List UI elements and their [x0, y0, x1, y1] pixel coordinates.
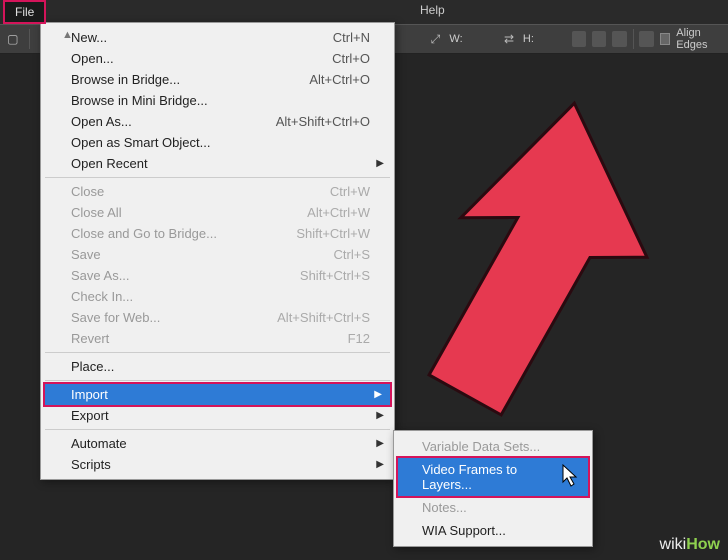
import-submenu: Variable Data Sets... Video Frames to La… — [393, 430, 593, 547]
swap-icon[interactable]: ⇄ — [501, 30, 517, 48]
menu-item-export[interactable]: Export▶ — [43, 405, 392, 426]
wikihow-attribution: wikiHow — [660, 536, 720, 554]
menu-item-open[interactable]: Open...Ctrl+O — [43, 48, 392, 69]
menu-item-save-as[interactable]: Save As...Shift+Ctrl+S — [43, 265, 392, 286]
height-label: H: — [523, 33, 534, 45]
align-icon-2[interactable] — [592, 31, 606, 47]
menu-item-browse-bridge[interactable]: Browse in Bridge...Alt+Ctrl+O — [43, 69, 392, 90]
menu-separator — [45, 429, 390, 430]
menu-item-open-recent[interactable]: Open Recent▶ — [43, 153, 392, 174]
file-menu-button[interactable]: File — [3, 0, 46, 24]
how-text: How — [686, 536, 720, 553]
tool-preset-icon[interactable]: ▢ — [5, 30, 21, 48]
link-icon[interactable]: ⤢ — [428, 30, 444, 48]
menu-item-save[interactable]: SaveCtrl+S — [43, 244, 392, 265]
submenu-item-notes[interactable]: Notes... — [396, 496, 590, 519]
align-icon-1[interactable] — [572, 31, 586, 47]
separator — [633, 29, 634, 49]
menu-item-new[interactable]: New...Ctrl+N — [43, 27, 392, 48]
width-label: W: — [449, 33, 462, 45]
submenu-item-wia[interactable]: WIA Support... — [396, 519, 590, 542]
menu-item-automate[interactable]: Automate▶ — [43, 433, 392, 454]
menu-item-scripts[interactable]: Scripts▶ — [43, 454, 392, 475]
submenu-item-variable-data[interactable]: Variable Data Sets... — [396, 435, 590, 458]
chevron-right-icon: ▶ — [374, 389, 382, 400]
menu-item-close-all[interactable]: Close AllAlt+Ctrl+W — [43, 202, 392, 223]
align-icon-3[interactable] — [612, 31, 626, 47]
chevron-right-icon: ▶ — [376, 459, 384, 470]
chevron-right-icon: ▶ — [376, 410, 384, 421]
help-menu-button[interactable]: Help — [420, 3, 445, 17]
recent-indicator-icon: ▲ — [62, 29, 73, 41]
menu-item-check-in[interactable]: Check In... — [43, 286, 392, 307]
menu-item-import[interactable]: Import▶ — [43, 382, 392, 407]
menu-item-revert[interactable]: RevertF12 — [43, 328, 392, 349]
menu-separator — [45, 380, 390, 381]
submenu-item-video-frames[interactable]: Video Frames to Layers... — [396, 456, 590, 498]
menu-item-place[interactable]: Place... — [43, 356, 392, 377]
menu-item-open-as[interactable]: Open As...Alt+Shift+Ctrl+O — [43, 111, 392, 132]
file-menu-dropdown: New...Ctrl+N Open...Ctrl+O Browse in Bri… — [40, 22, 395, 480]
wiki-text: wiki — [660, 536, 687, 553]
menu-item-close-goto[interactable]: Close and Go to Bridge...Shift+Ctrl+W — [43, 223, 392, 244]
align-edges-label: Align Edges — [676, 27, 728, 51]
align-edges-checkbox[interactable] — [660, 33, 671, 45]
chevron-right-icon: ▶ — [376, 158, 384, 169]
gear-icon[interactable] — [639, 31, 653, 47]
menu-item-save-web[interactable]: Save for Web...Alt+Shift+Ctrl+S — [43, 307, 392, 328]
menu-separator — [45, 352, 390, 353]
separator — [29, 29, 30, 49]
menu-bar: File — [0, 0, 728, 24]
chevron-right-icon: ▶ — [376, 438, 384, 449]
menu-item-close[interactable]: CloseCtrl+W — [43, 181, 392, 202]
menu-item-open-smart[interactable]: Open as Smart Object... — [43, 132, 392, 153]
menu-item-browse-mini[interactable]: Browse in Mini Bridge... — [43, 90, 392, 111]
menu-separator — [45, 177, 390, 178]
